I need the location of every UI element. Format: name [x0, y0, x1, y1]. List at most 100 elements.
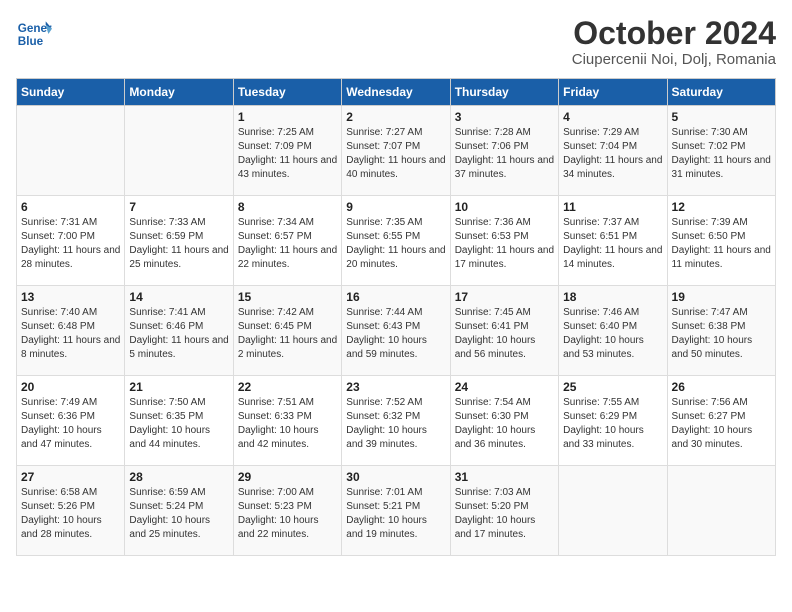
calendar-cell: 13 Sunrise: 7:40 AM Sunset: 6:48 PM Dayli… — [17, 286, 125, 376]
logo: General Blue — [16, 16, 56, 52]
day-info: Sunrise: 7:41 AM Sunset: 6:46 PM Dayligh… — [129, 306, 228, 362]
calendar-cell — [17, 106, 125, 196]
day-info: Sunrise: 7:27 AM Sunset: 7:07 PM Dayligh… — [346, 126, 445, 182]
col-wednesday: Wednesday — [342, 79, 450, 106]
day-number: 9 — [346, 200, 445, 214]
day-info: Sunrise: 7:34 AM Sunset: 6:57 PM Dayligh… — [238, 216, 337, 272]
day-info: Sunrise: 6:58 AM Sunset: 5:26 PM Dayligh… — [21, 486, 120, 542]
day-info: Sunrise: 7:00 AM Sunset: 5:23 PM Dayligh… — [238, 486, 337, 542]
calendar-week-3: 13 Sunrise: 7:40 AM Sunset: 6:48 PM Dayli… — [17, 286, 776, 376]
calendar-cell: 6Sunrise: 7:31 AM Sunset: 7:00 PM Daylig… — [17, 196, 125, 286]
calendar-cell: 19 Sunrise: 7:47 AM Sunset: 6:38 PM Dayli… — [667, 286, 775, 376]
title-block: October 2024 Ciupercenii Noi, Dolj, Roma… — [572, 16, 776, 68]
day-number: 15 — [238, 290, 337, 304]
day-number: 29 — [238, 470, 337, 484]
calendar-header: Sunday Monday Tuesday Wednesday Thursday… — [17, 79, 776, 106]
day-info: Sunrise: 7:54 AM Sunset: 6:30 PM Dayligh… — [455, 396, 554, 452]
calendar-cell: 16Sunrise: 7:44 AM Sunset: 6:43 PM Dayli… — [342, 286, 450, 376]
day-info: Sunrise: 7:55 AM Sunset: 6:29 PM Dayligh… — [563, 396, 662, 452]
calendar-cell: 27 Sunrise: 6:58 AM Sunset: 5:26 PM Dayli… — [17, 466, 125, 556]
calendar-cell: 18Sunrise: 7:46 AM Sunset: 6:40 PM Dayli… — [559, 286, 667, 376]
day-info: Sunrise: 7:45 AM Sunset: 6:41 PM Dayligh… — [455, 306, 554, 362]
day-number: 11 — [563, 200, 662, 214]
day-number: 19 — [672, 290, 771, 304]
day-info: Sunrise: 7:37 AM Sunset: 6:51 PM Dayligh… — [563, 216, 662, 272]
day-number: 26 — [672, 380, 771, 394]
calendar-cell: 7Sunrise: 7:33 AM Sunset: 6:59 PM Daylig… — [125, 196, 233, 286]
day-info: Sunrise: 7:40 AM Sunset: 6:48 PM Dayligh… — [21, 306, 120, 362]
calendar-cell — [559, 466, 667, 556]
calendar-cell: 21 Sunrise: 7:50 AM Sunset: 6:35 PM Dayli… — [125, 376, 233, 466]
day-number: 22 — [238, 380, 337, 394]
calendar-cell: 12 Sunrise: 7:39 AM Sunset: 6:50 PM Dayli… — [667, 196, 775, 286]
calendar-cell: 22 Sunrise: 7:51 AM Sunset: 6:33 PM Dayli… — [233, 376, 341, 466]
col-sunday: Sunday — [17, 79, 125, 106]
calendar-cell: 11 Sunrise: 7:37 AM Sunset: 6:51 PM Dayli… — [559, 196, 667, 286]
calendar-body: 1 Sunrise: 7:25 AM Sunset: 7:09 PM Daylig… — [17, 106, 776, 556]
day-info: Sunrise: 7:29 AM Sunset: 7:04 PM Dayligh… — [563, 126, 662, 182]
calendar-cell: 20Sunrise: 7:49 AM Sunset: 6:36 PM Dayli… — [17, 376, 125, 466]
day-number: 1 — [238, 110, 337, 124]
day-number: 28 — [129, 470, 228, 484]
calendar-week-2: 6Sunrise: 7:31 AM Sunset: 7:00 PM Daylig… — [17, 196, 776, 286]
day-info: Sunrise: 7:42 AM Sunset: 6:45 PM Dayligh… — [238, 306, 337, 362]
calendar-cell: 30 Sunrise: 7:01 AM Sunset: 5:21 PM Dayli… — [342, 466, 450, 556]
day-number: 21 — [129, 380, 228, 394]
day-number: 30 — [346, 470, 445, 484]
day-info: Sunrise: 7:52 AM Sunset: 6:32 PM Dayligh… — [346, 396, 445, 452]
day-number: 7 — [129, 200, 228, 214]
day-number: 17 — [455, 290, 554, 304]
col-thursday: Thursday — [450, 79, 558, 106]
calendar-week-4: 20Sunrise: 7:49 AM Sunset: 6:36 PM Dayli… — [17, 376, 776, 466]
calendar-cell: 28Sunrise: 6:59 AM Sunset: 5:24 PM Dayli… — [125, 466, 233, 556]
day-number: 5 — [672, 110, 771, 124]
svg-text:Blue: Blue — [18, 35, 44, 48]
calendar-cell: 24 Sunrise: 7:54 AM Sunset: 6:30 PM Dayli… — [450, 376, 558, 466]
calendar-cell: 23 Sunrise: 7:52 AM Sunset: 6:32 PM Dayli… — [342, 376, 450, 466]
calendar-cell: 17 Sunrise: 7:45 AM Sunset: 6:41 PM Dayli… — [450, 286, 558, 376]
calendar-cell: 14 Sunrise: 7:41 AM Sunset: 6:46 PM Dayli… — [125, 286, 233, 376]
day-info: Sunrise: 7:39 AM Sunset: 6:50 PM Dayligh… — [672, 216, 771, 272]
calendar-cell: 5 Sunrise: 7:30 AM Sunset: 7:02 PM Daylig… — [667, 106, 775, 196]
calendar-table: Sunday Monday Tuesday Wednesday Thursday… — [16, 78, 776, 556]
day-info: Sunrise: 7:50 AM Sunset: 6:35 PM Dayligh… — [129, 396, 228, 452]
calendar-cell: 4Sunrise: 7:29 AM Sunset: 7:04 PM Daylig… — [559, 106, 667, 196]
day-number: 12 — [672, 200, 771, 214]
calendar-cell — [125, 106, 233, 196]
col-saturday: Saturday — [667, 79, 775, 106]
calendar-cell: 29 Sunrise: 7:00 AM Sunset: 5:23 PM Dayli… — [233, 466, 341, 556]
day-number: 24 — [455, 380, 554, 394]
logo-icon: General Blue — [16, 16, 52, 52]
col-tuesday: Tuesday — [233, 79, 341, 106]
calendar-cell: 26 Sunrise: 7:56 AM Sunset: 6:27 PM Dayli… — [667, 376, 775, 466]
day-info: Sunrise: 7:35 AM Sunset: 6:55 PM Dayligh… — [346, 216, 445, 272]
day-info: Sunrise: 7:36 AM Sunset: 6:53 PM Dayligh… — [455, 216, 554, 272]
calendar-cell: 25 Sunrise: 7:55 AM Sunset: 6:29 PM Dayli… — [559, 376, 667, 466]
day-info: Sunrise: 7:47 AM Sunset: 6:38 PM Dayligh… — [672, 306, 771, 362]
day-info: Sunrise: 7:03 AM Sunset: 5:20 PM Dayligh… — [455, 486, 554, 542]
day-number: 25 — [563, 380, 662, 394]
day-info: Sunrise: 7:01 AM Sunset: 5:21 PM Dayligh… — [346, 486, 445, 542]
day-info: Sunrise: 7:51 AM Sunset: 6:33 PM Dayligh… — [238, 396, 337, 452]
calendar-cell: 31 Sunrise: 7:03 AM Sunset: 5:20 PM Dayli… — [450, 466, 558, 556]
page-title: October 2024 — [572, 16, 776, 51]
day-number: 23 — [346, 380, 445, 394]
col-friday: Friday — [559, 79, 667, 106]
day-number: 8 — [238, 200, 337, 214]
day-number: 31 — [455, 470, 554, 484]
calendar-cell: 15 Sunrise: 7:42 AM Sunset: 6:45 PM Dayli… — [233, 286, 341, 376]
day-info: Sunrise: 7:30 AM Sunset: 7:02 PM Dayligh… — [672, 126, 771, 182]
day-info: Sunrise: 7:25 AM Sunset: 7:09 PM Dayligh… — [238, 126, 337, 182]
day-number: 13 — [21, 290, 120, 304]
col-monday: Monday — [125, 79, 233, 106]
day-info: Sunrise: 7:56 AM Sunset: 6:27 PM Dayligh… — [672, 396, 771, 452]
day-number: 3 — [455, 110, 554, 124]
day-number: 27 — [21, 470, 120, 484]
calendar-cell: 2Sunrise: 7:27 AM Sunset: 7:07 PM Daylig… — [342, 106, 450, 196]
day-info: Sunrise: 7:44 AM Sunset: 6:43 PM Dayligh… — [346, 306, 445, 362]
calendar-week-5: 27 Sunrise: 6:58 AM Sunset: 5:26 PM Dayli… — [17, 466, 776, 556]
calendar-cell: 1 Sunrise: 7:25 AM Sunset: 7:09 PM Daylig… — [233, 106, 341, 196]
day-number: 14 — [129, 290, 228, 304]
day-info: Sunrise: 7:46 AM Sunset: 6:40 PM Dayligh… — [563, 306, 662, 362]
calendar-cell: 3Sunrise: 7:28 AM Sunset: 7:06 PM Daylig… — [450, 106, 558, 196]
